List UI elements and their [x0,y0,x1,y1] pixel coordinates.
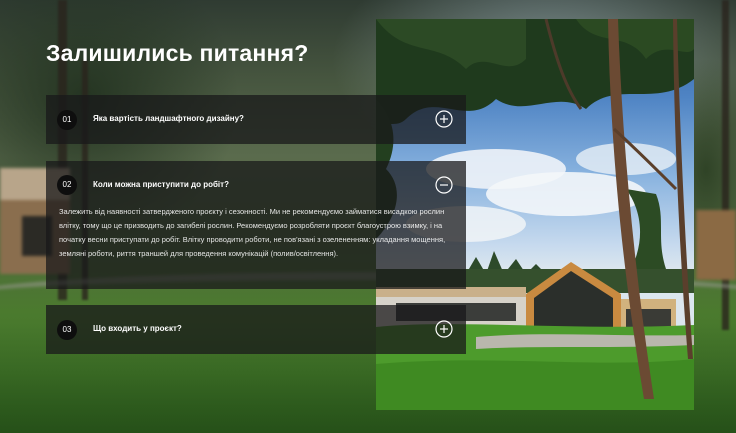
faq-question[interactable]: Коли можна приступити до робіт? [93,180,229,189]
page-title: Залишились питання? [46,40,309,66]
plus-circle-icon[interactable] [435,110,453,128]
background-building-right [696,210,736,280]
faq-question-header[interactable]: 03 Що входить у проєкт? [46,305,466,354]
faq-item-expanded: 02 Коли можна приступити до робіт? Залеж… [46,161,466,289]
faq-question-header[interactable]: 01 Яка вартість ландшафтного дизайну? [46,95,466,144]
faq-question-header[interactable]: 02 Коли можна приступити до робіт? [46,161,466,203]
faq-number-badge: 03 [57,320,77,340]
minus-circle-icon[interactable] [435,176,453,194]
background-tree-trunk [722,0,729,330]
faq-answer: Залежить від наявності затвердженого про… [59,207,446,258]
faq-question[interactable]: Яка вартість ландшафтного дизайну? [93,114,244,123]
plus-circle-icon[interactable] [435,320,453,338]
faq-number-badge: 01 [57,110,77,130]
faq-item: 01 Яка вартість ландшафтного дизайну? [46,95,466,144]
faq-question[interactable]: Що входить у проєкт? [93,324,182,333]
faq-item: 03 Що входить у проєкт? [46,305,466,354]
faq-number-badge: 02 [57,175,77,195]
